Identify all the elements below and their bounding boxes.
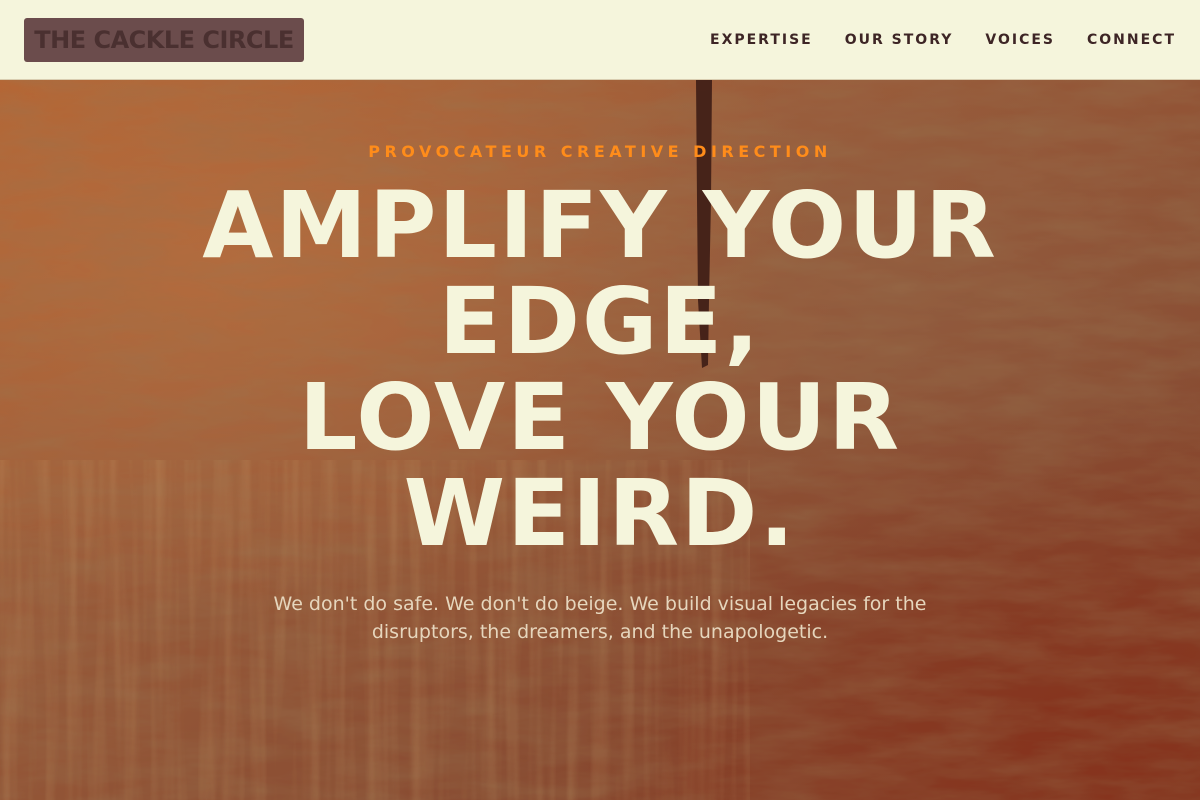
nav-link-our-story[interactable]: OUR STORY <box>845 32 954 48</box>
logo-text: THE CACKLE CIRCLE <box>34 26 294 54</box>
nav-link-voices[interactable]: VOICES <box>985 32 1055 48</box>
hero-section: PROVOCATEUR CREATIVE DIRECTION AMPLIFY Y… <box>0 80 1200 800</box>
headline-line: WEIRD. <box>403 460 797 567</box>
hero-headline: AMPLIFY YOUR EDGE, LOVE YOUR WEIRD. <box>150 178 1050 562</box>
headline-line: EDGE, <box>438 268 762 375</box>
nav-link-expertise[interactable]: EXPERTISE <box>710 32 813 48</box>
site-header: THE CACKLE CIRCLE EXPERTISE OUR STORY VO… <box>0 0 1200 80</box>
headline-line: AMPLIFY YOUR <box>202 172 998 279</box>
main-nav: EXPERTISE OUR STORY VOICES CONNECT <box>710 0 1176 80</box>
nav-link-connect[interactable]: CONNECT <box>1087 32 1176 48</box>
hero-eyebrow: PROVOCATEUR CREATIVE DIRECTION <box>368 142 832 161</box>
hero-content: PROVOCATEUR CREATIVE DIRECTION AMPLIFY Y… <box>0 80 1200 800</box>
logo[interactable]: THE CACKLE CIRCLE <box>24 18 304 62</box>
headline-line: LOVE YOUR <box>298 364 902 471</box>
hero-subtext: We don't do safe. We don't do beige. We … <box>273 593 927 643</box>
